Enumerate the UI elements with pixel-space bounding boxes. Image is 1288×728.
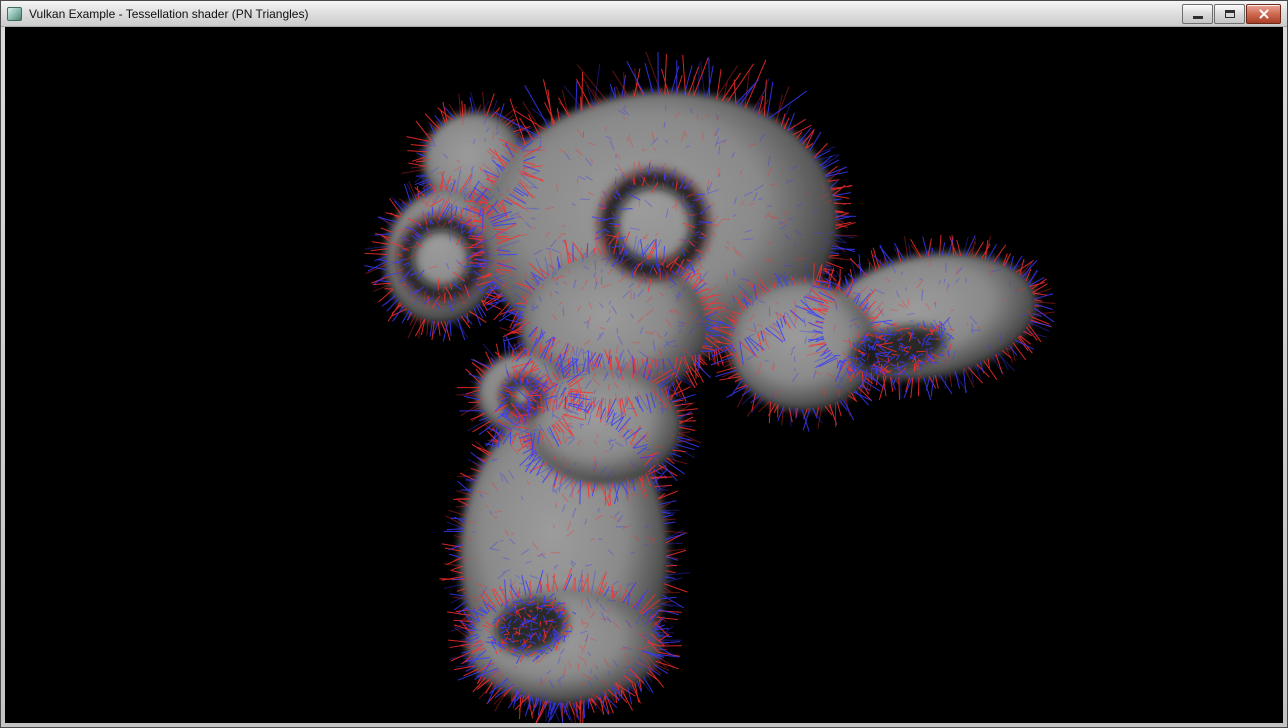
minimize-button[interactable] xyxy=(1182,4,1213,24)
maximize-icon xyxy=(1225,10,1235,18)
titlebar[interactable]: Vulkan Example - Tessellation shader (PN… xyxy=(1,1,1287,27)
close-button[interactable] xyxy=(1246,4,1281,24)
app-window: Vulkan Example - Tessellation shader (PN… xyxy=(0,0,1288,728)
window-title: Vulkan Example - Tessellation shader (PN… xyxy=(29,7,308,21)
rendered-model xyxy=(5,27,1283,723)
window-icon[interactable] xyxy=(7,7,22,21)
maximize-button[interactable] xyxy=(1214,4,1245,24)
minimize-icon xyxy=(1193,16,1203,19)
window-controls xyxy=(1182,4,1281,24)
close-icon xyxy=(1258,8,1270,20)
render-viewport[interactable] xyxy=(5,27,1283,723)
